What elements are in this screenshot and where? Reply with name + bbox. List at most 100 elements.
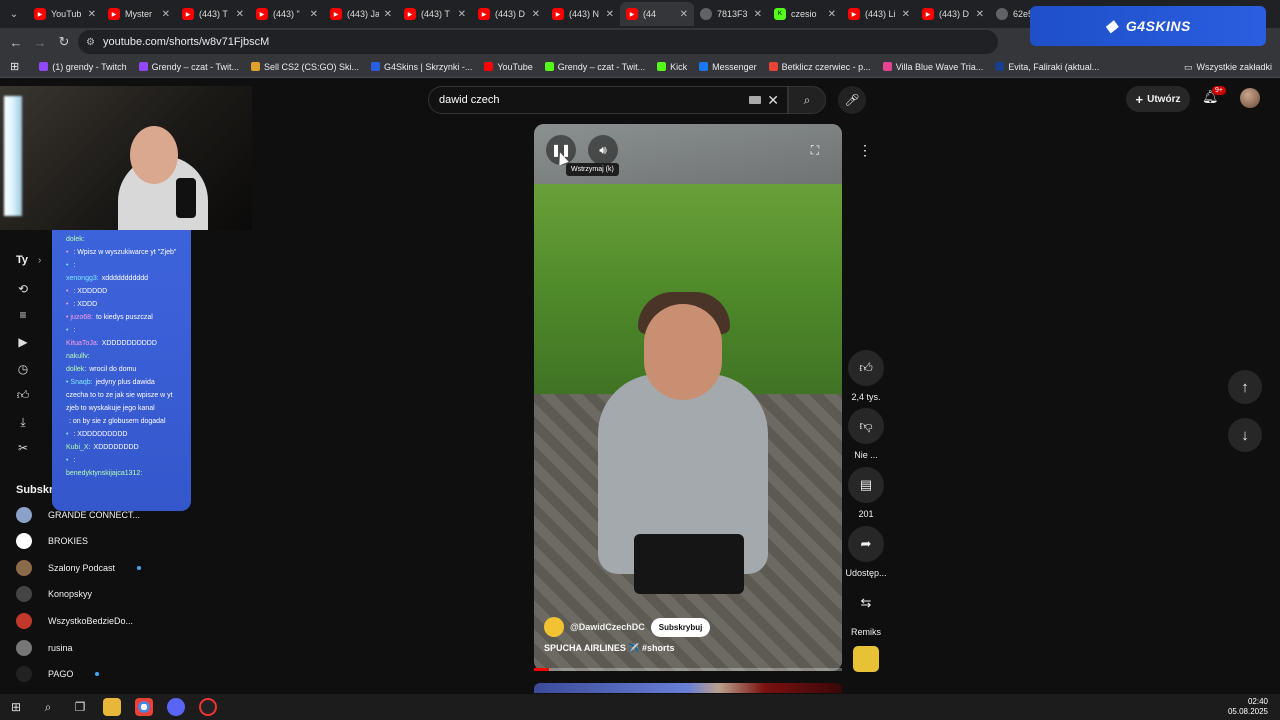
video-progress-bar[interactable] [534,668,842,671]
create-button[interactable]: + Utwórz [1126,86,1190,112]
browser-tab[interactable]: Kczesio ✕ [768,2,842,26]
next-short-preview[interactable] [534,683,842,693]
search-button[interactable]: ⌕ [788,86,826,114]
sound-source-thumbnail[interactable] [853,646,879,672]
remix-action[interactable]: ⇆ Remiks [846,585,886,637]
browser-tab[interactable]: ▶ (443) " ✕ [250,2,324,26]
keyboard-icon[interactable] [749,96,761,104]
thumbs-up-icon[interactable]: 👍︎ [848,350,884,386]
url-bar[interactable]: ⚙ youtube.com/shorts/w8v71FjbscM [78,30,998,54]
clear-search-icon[interactable]: ✕ [767,92,779,109]
browser-tab[interactable]: ▶ (443) Ja ✕ [324,2,398,26]
close-tab-icon[interactable]: ✕ [88,9,96,20]
comment-icon[interactable]: ▤ [848,467,884,503]
sidebar-item-playlists[interactable]: ≡ [16,308,30,322]
close-tab-icon[interactable]: ✕ [680,9,688,20]
subscription-item[interactable]: PAGO [16,664,100,684]
close-tab-icon[interactable]: ✕ [162,9,170,20]
site-info-icon[interactable]: ⚙ [86,37,95,48]
browser-tab[interactable]: ▶ (443) D ✕ [472,2,546,26]
reload-icon[interactable]: ↻ [52,30,76,54]
close-tab-icon[interactable]: ✕ [828,9,836,20]
subscription-item[interactable]: rusina [16,638,73,658]
close-tab-icon[interactable]: ✕ [902,9,910,20]
browser-tab[interactable]: ▶ (443) T ✕ [176,2,250,26]
account-avatar[interactable] [1240,88,1260,108]
subscription-item[interactable]: BROKIES [16,531,88,551]
close-tab-icon[interactable]: ✕ [458,9,466,20]
share-action[interactable]: ➦ Udostęp... [845,526,887,578]
sidebar-item-history[interactable]: ⟲ [16,282,30,296]
browser-tab[interactable]: ▶ (443) D ✕ [916,2,990,26]
bookmark-item[interactable]: Grendy – czat - Twit... [133,62,245,72]
all-bookmarks-button[interactable]: ▭ Wszystkie zakładki [1184,56,1272,78]
subscription-item[interactable]: Konopskyy [16,584,92,604]
chat-message: dollek: wrocil do domu [66,363,177,376]
bookmark-item[interactable]: Villa Blue Wave Tria... [877,62,990,72]
subscription-item[interactable]: Szalony Podcast [16,558,142,578]
sidebar-you[interactable]: Ty › [16,254,41,266]
sidebar-item-downloads[interactable]: ⤓ [16,415,30,430]
bookmark-item[interactable]: G4Skins | Skrzynki -... [365,62,478,72]
close-tab-icon[interactable]: ✕ [310,9,318,20]
sidebar-item-clips[interactable]: ✂ [16,441,30,455]
file-explorer-icon[interactable] [103,698,121,716]
channel-handle[interactable]: @DawidCzechDC [570,622,645,632]
system-clock[interactable]: 02:40 05.08.2025 [1228,697,1268,717]
subscription-item[interactable]: WszystkoBedzieDo... [16,611,133,631]
bookmark-item[interactable]: Grendy – czat - Twit... [539,62,651,72]
obs-icon[interactable] [199,698,217,716]
bookmark-item[interactable]: Evita, Faliraki (aktual... [989,62,1105,72]
browser-tab[interactable]: ▶ (44 ✕ [620,2,694,26]
bookmark-item[interactable]: YouTube [478,62,538,72]
tab-search-dropdown-icon[interactable]: ⌄ [0,0,28,28]
short-video-player[interactable] [534,124,842,671]
close-tab-icon[interactable]: ✕ [976,9,984,20]
fullscreen-button[interactable]: ⛶ [800,135,830,165]
bookmark-item[interactable]: (1) grendy - Twitch [33,62,132,72]
browser-tab[interactable]: 7813F3 ✕ [694,2,768,26]
windows-start-icon[interactable]: ⊞ [0,694,32,720]
browser-tab[interactable]: ▶ (443) T ✕ [398,2,472,26]
previous-short-button[interactable]: ↑ [1228,370,1262,404]
sidebar-item-your-videos[interactable]: ▶ [16,335,30,349]
remix-icon[interactable]: ⇆ [848,585,884,621]
close-tab-icon[interactable]: ✕ [606,9,614,20]
browser-tab[interactable]: ▶ YouTub ✕ [28,2,102,26]
sidebar-item-watch-later[interactable]: ◷ [16,362,30,376]
more-options-icon[interactable]: ⋮ [852,137,878,163]
close-tab-icon[interactable]: ✕ [236,9,244,20]
bookmark-item[interactable]: Betklicz czerwiec - p... [763,62,877,72]
dislike-action[interactable]: 👎︎ Nie ... [846,408,886,460]
like-action[interactable]: 👍︎ 2,4 tys. [846,350,886,402]
share-icon[interactable]: ➦ [848,526,884,562]
bookmark-item[interactable]: Messenger [693,62,763,72]
bookmark-item[interactable]: Kick [651,62,693,72]
video-caption[interactable]: SPUCHA AIRLINES ✈️ #shorts [544,643,675,654]
channel-avatar[interactable] [544,617,564,637]
bookmark-item[interactable]: Sell CS2 (CS:GO) Ski... [245,62,365,72]
subscribe-button[interactable]: Subskrybuj [650,617,711,637]
browser-tab[interactable]: ▶ (443) Li ✕ [842,2,916,26]
search-input[interactable]: dawid czech ✕ [428,86,788,114]
close-tab-icon[interactable]: ✕ [754,9,762,20]
chrome-icon[interactable] [135,698,153,716]
next-short-button[interactable]: ↓ [1228,418,1262,452]
comments-action[interactable]: ▤ 201 [846,467,886,519]
plus-icon: + [1135,91,1144,107]
task-view-icon[interactable]: ❐ [64,694,96,720]
browser-tab[interactable]: ▶ Myster ✕ [102,2,176,26]
back-icon[interactable]: ← [4,30,28,54]
browser-tab[interactable]: ▶ (443) N ✕ [546,2,620,26]
taskbar-search-icon[interactable]: ⌕ [32,694,64,720]
sidebar-item-liked[interactable]: 👍︎ [16,388,30,403]
forward-icon[interactable]: → [28,30,52,54]
close-tab-icon[interactable]: ✕ [532,9,540,20]
apps-grid-icon[interactable]: ⊞ [0,60,25,73]
close-tab-icon[interactable]: ✕ [384,9,392,20]
tab-title: (443) " [273,9,300,19]
voice-search-button[interactable]: 🎤︎ [838,86,866,114]
volume-button[interactable]: 🔊︎ [588,135,618,165]
discord-icon[interactable] [167,698,185,716]
thumbs-down-icon[interactable]: 👎︎ [848,408,884,444]
